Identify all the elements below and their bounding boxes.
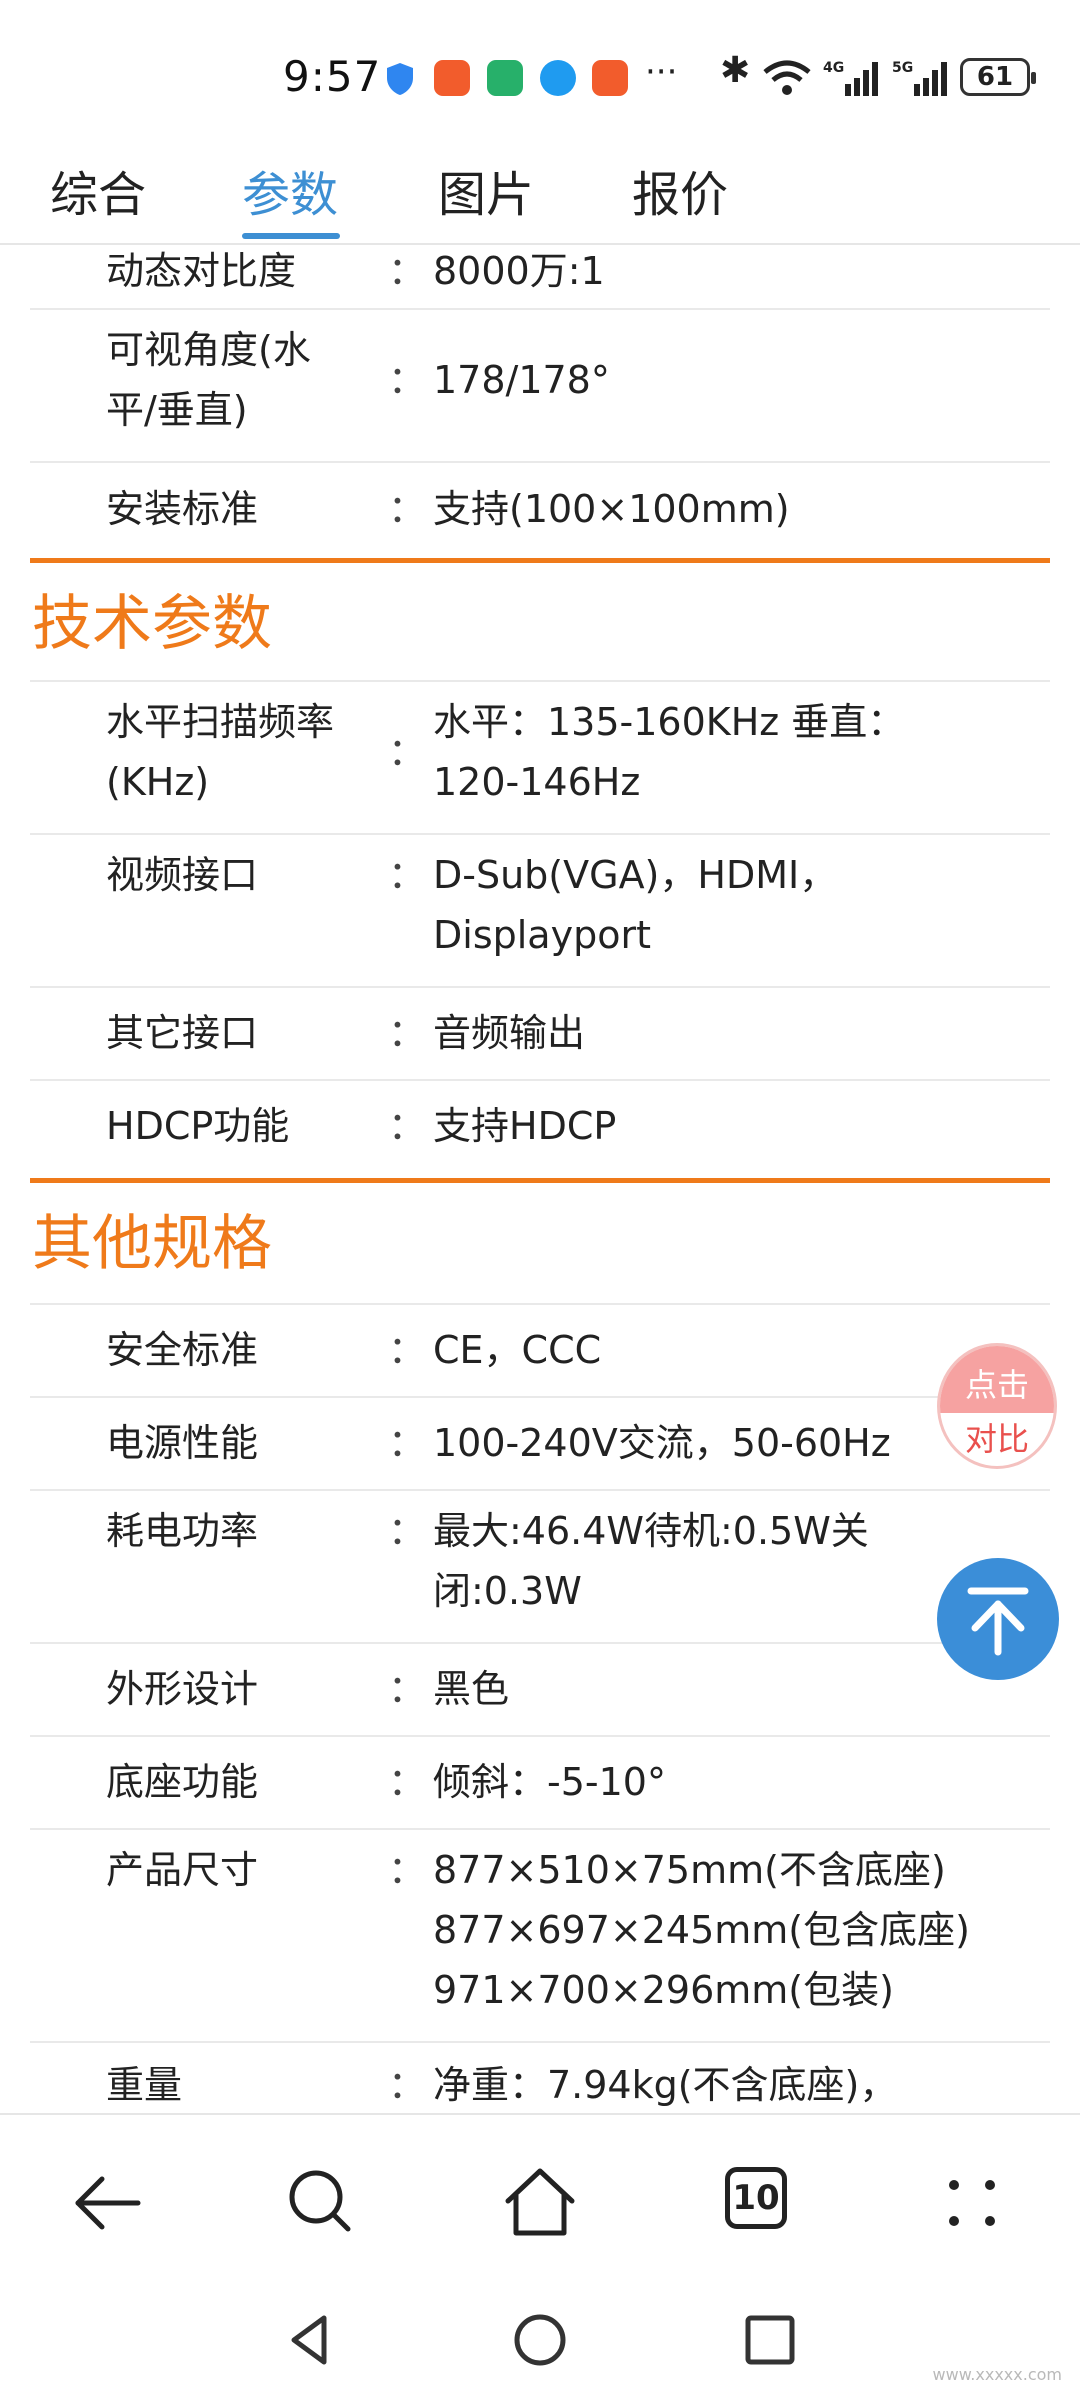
spec-colon: ： [388, 2063, 427, 2107]
tab-bar: 综合 参数 图片 报价 [0, 145, 1080, 245]
table-row: 电源性能 ： 100-240V交流，50-60Hz [30, 1398, 1050, 1491]
table-row: 安装标准 ： 支持(100×100mm) [30, 463, 1050, 558]
table-row: 底座功能 ： 倾斜：-5-10° [30, 1737, 1050, 1830]
more-dots-icon[interactable] [932, 2163, 1012, 2243]
arrow-up-to-top-icon [967, 1587, 1029, 1656]
spec-value: 8000万:1 [433, 249, 605, 293]
watermark: www.xxxxx.com [932, 2365, 1062, 2384]
spec-value: 178/178° [433, 358, 610, 402]
compare-label-2: 对比 [964, 1420, 1029, 1458]
table-row: 其它接口 ： 音频输出 [30, 988, 1050, 1081]
spec-colon: ： [388, 1421, 427, 1465]
section-divider [30, 558, 1050, 563]
spec-colon: ： [388, 358, 427, 402]
nav-home-icon[interactable] [510, 2310, 570, 2370]
tab-overview[interactable]: 综合 [50, 155, 146, 225]
spec-value: 支持HDCP [433, 1104, 617, 1148]
table-row: 耗电功率 ： 最大:46.4W待机:0.5W关闭:0.3W [30, 1491, 1050, 1644]
spec-label: 底座功能 [106, 1760, 259, 1804]
status-time: 9:57 [283, 52, 382, 101]
spec-value: 877×510×75mm(不含底座) 877×697×245mm(包含底座) 9… [433, 1848, 970, 2012]
shield-icon [387, 63, 413, 95]
spec-label: 电源性能 [106, 1421, 259, 1465]
tabs-icon[interactable]: 10 [725, 2167, 787, 2229]
spec-label: 其它接口 [106, 1011, 259, 1055]
app-notification-icon [487, 60, 523, 96]
spec-value: 净重：7.94kg(不含底座)， [433, 2063, 898, 2107]
table-row: 产品尺寸 ： 877×510×75mm(不含底座) 877×697×245mm(… [30, 1830, 1050, 2043]
table-row: HDCP功能 ： 支持HDCP [30, 1081, 1050, 1174]
section-divider [30, 1178, 1050, 1183]
spec-label: 可视角度(水平/垂直) [106, 328, 311, 432]
compare-label-1: 点击 [964, 1366, 1029, 1404]
tab-images[interactable]: 图片 [438, 155, 534, 225]
section-title: 技术参数 [32, 589, 272, 659]
spec-label: 重量 [106, 2063, 183, 2107]
chat-bubble-icon [540, 60, 576, 96]
app-notification-icon [434, 60, 470, 96]
spec-value: 水平：135-160KHz 垂直：120-146Hz [433, 700, 906, 804]
battery-indicator: 61 [960, 58, 1036, 96]
spec-value: 支持(100×100mm) [433, 487, 790, 531]
wifi-icon [763, 60, 811, 95]
active-tab-indicator [242, 233, 340, 239]
nav-back-icon[interactable] [280, 2310, 340, 2370]
app-notification-icon [592, 60, 628, 96]
spec-label: 安全标准 [106, 1328, 259, 1372]
spec-colon: ： [388, 1328, 427, 1372]
browser-toolbar: 10 [0, 2113, 1080, 2288]
table-row: 重量 ： 净重：7.94kg(不含底座)， [30, 2043, 1050, 2113]
spec-label: 外形设计 [106, 1667, 259, 1711]
table-row: 动态对比度 ： 8000万:1 [30, 243, 1050, 310]
search-icon[interactable] [282, 2163, 362, 2243]
spec-label: 耗电功率 [106, 1509, 259, 1553]
table-row: 水平扫描频率(KHz) ： 水平：135-160KHz 垂直：120-146Hz [30, 682, 1050, 835]
spec-colon: ： [388, 1667, 427, 1711]
spec-colon: ： [388, 487, 427, 531]
status-bar: 9:57 ··· ✱ 4G 5G 61 [0, 0, 1080, 145]
spec-label: 安装标准 [106, 487, 259, 531]
compare-button[interactable]: 点击 对比 [937, 1343, 1057, 1469]
spec-colon: ： [388, 1848, 427, 1892]
spec-label: 动态对比度 [106, 249, 297, 293]
signal-4g-icon: 4G [823, 60, 878, 96]
home-icon[interactable] [500, 2163, 580, 2243]
signal-5g-label: 5G [892, 60, 913, 76]
spec-colon: ： [388, 1011, 427, 1055]
signal-5g-icon: 5G [892, 60, 947, 96]
table-row: 可视角度(水平/垂直) ： 178/178° [30, 310, 1050, 463]
back-arrow-icon[interactable] [68, 2163, 148, 2243]
spec-colon: ： [388, 730, 427, 774]
back-to-top-button[interactable] [937, 1558, 1059, 1680]
spec-value: 倾斜：-5-10° [433, 1760, 666, 1804]
spec-colon: ： [388, 1509, 427, 1553]
spec-value: D-Sub(VGA)，HDMI，Displayport [433, 853, 838, 957]
signal-4g-label: 4G [823, 60, 844, 76]
system-navigation-bar: www.xxxxx.com [0, 2288, 1080, 2400]
spec-label: HDCP功能 [106, 1104, 290, 1148]
table-row: 安全标准 ： CE，CCC [30, 1305, 1050, 1398]
tab-price[interactable]: 报价 [632, 155, 728, 225]
spec-list: 动态对比度 ： 8000万:1 可视角度(水平/垂直) ： 178/178° 安… [0, 243, 1080, 2113]
spec-value: 最大:46.4W待机:0.5W关闭:0.3W [433, 1509, 869, 1613]
bluetooth-icon: ✱ [720, 50, 751, 91]
section-title: 其他规格 [32, 1209, 272, 1279]
spec-label: 视频接口 [106, 853, 259, 897]
spec-colon: ： [388, 1104, 427, 1148]
more-notifications-indicator: ··· [645, 52, 678, 92]
spec-colon: ： [388, 249, 427, 293]
spec-colon: ： [388, 853, 427, 897]
spec-colon: ： [388, 1760, 427, 1804]
spec-value: 音频输出 [433, 1011, 586, 1055]
tab-specs[interactable]: 参数 [242, 155, 338, 225]
table-row: 视频接口 ： D-Sub(VGA)，HDMI，Displayport [30, 835, 1050, 988]
table-row: 外形设计 ： 黑色 [30, 1644, 1050, 1737]
spec-value: 100-240V交流，50-60Hz [433, 1421, 891, 1465]
spec-label: 产品尺寸 [106, 1848, 259, 1892]
spec-label: 水平扫描频率(KHz) [106, 700, 335, 804]
nav-recent-icon[interactable] [740, 2310, 800, 2370]
